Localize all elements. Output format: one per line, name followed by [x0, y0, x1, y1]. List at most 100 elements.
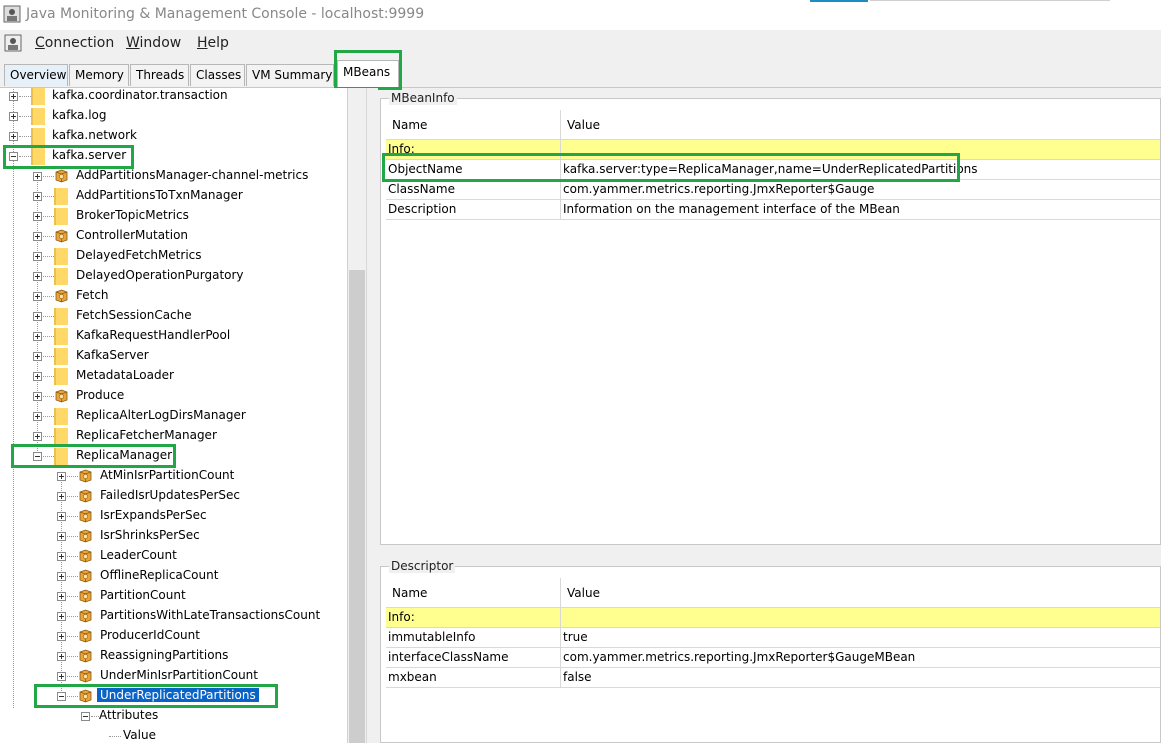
expand-toggle-icon[interactable] — [33, 392, 42, 401]
collapse-toggle-icon[interactable] — [33, 452, 42, 461]
expand-toggle-icon[interactable] — [57, 592, 66, 601]
descriptor-row[interactable]: Info: — [386, 608, 1160, 628]
expand-toggle-icon[interactable] — [57, 472, 66, 481]
tree-node-label: MetadataLoader — [76, 368, 174, 382]
expand-toggle-icon[interactable] — [57, 512, 66, 521]
menu-connection[interactable]: Connection — [35, 35, 114, 51]
tree-node-produce[interactable]: Produce — [0, 386, 347, 406]
expand-toggle-icon[interactable] — [57, 572, 66, 581]
tree-node-produceridcount[interactable]: ProducerIdCount — [0, 626, 347, 646]
expand-toggle-icon[interactable] — [33, 272, 42, 281]
tree-node-kafka-log[interactable]: kafka.log — [0, 106, 347, 126]
tree-node-underreplicatedpartitions[interactable]: UnderReplicatedPartitions — [0, 686, 347, 706]
tree-node-addpartitionstotxnmanager[interactable]: AddPartitionsToTxnManager — [0, 186, 347, 206]
tree-node-underminisrpartitioncount[interactable]: UnderMinIsrPartitionCount — [0, 666, 347, 686]
expand-toggle-icon[interactable] — [33, 412, 42, 421]
tab-memory[interactable]: Memory — [69, 64, 129, 86]
tab-mbeans[interactable]: MBeans — [337, 60, 399, 88]
mbeaninfo-row[interactable]: ObjectName kafka.server:type=ReplicaManag… — [386, 160, 1160, 180]
tree-node-delayedfetchmetrics[interactable]: DelayedFetchMetrics — [0, 246, 347, 266]
mbeaninfo-row[interactable]: ClassName com.yammer.metrics.reporting.Jm… — [386, 180, 1160, 200]
tab-vm-summary[interactable]: VM Summary — [246, 64, 334, 86]
tree-node-replicaalterlogdirsmanager[interactable]: ReplicaAlterLogDirsManager — [0, 406, 347, 426]
collapse-toggle-icon[interactable] — [81, 712, 90, 721]
tree-node-leadercount[interactable]: LeaderCount — [0, 546, 347, 566]
expand-toggle-icon[interactable] — [33, 372, 42, 381]
descriptor-row[interactable]: mxbean false — [386, 668, 1160, 688]
expand-toggle-icon[interactable] — [33, 432, 42, 441]
expand-toggle-icon[interactable] — [33, 232, 42, 241]
expand-toggle-icon[interactable] — [33, 172, 42, 181]
menu-help[interactable]: Help — [197, 35, 229, 51]
menu-window[interactable]: Window — [126, 35, 181, 51]
tree-node-isrexpandspersec[interactable]: IsrExpandsPerSec — [0, 506, 347, 526]
expand-toggle-icon[interactable] — [33, 252, 42, 261]
expand-toggle-icon[interactable] — [9, 112, 18, 121]
column-header-name[interactable]: Name — [386, 110, 561, 140]
descriptor-row[interactable]: interfaceClassName com.yammer.metrics.rep… — [386, 648, 1160, 668]
panel-separator[interactable] — [380, 545, 1161, 559]
collapse-toggle-icon[interactable] — [57, 692, 66, 701]
tree-node-metadataloader[interactable]: MetadataLoader — [0, 366, 347, 386]
expand-toggle-icon[interactable] — [33, 312, 42, 321]
tree-node-value[interactable]: Value — [0, 726, 347, 743]
tree-node-attributes[interactable]: Attributes — [0, 706, 347, 726]
expand-toggle-icon[interactable] — [33, 352, 42, 361]
descriptor-row[interactable]: immutableInfo true — [386, 628, 1160, 648]
tab-classes[interactable]: Classes — [190, 64, 245, 86]
folder-icon — [54, 368, 68, 385]
mbean-tree[interactable]: kafka.coordinator.transaction kafka.log ka… — [0, 88, 348, 743]
tree-node-reassigningpartitions[interactable]: ReassigningPartitions — [0, 646, 347, 666]
tree-node-partitionswithlatetransactionscount[interactable]: PartitionsWithLateTransactionsCount — [0, 606, 347, 626]
window-menu-icon[interactable] — [3, 33, 23, 53]
folder-icon — [54, 328, 68, 345]
tree-connector — [67, 696, 78, 697]
collapse-toggle-icon[interactable] — [9, 152, 18, 161]
expand-toggle-icon[interactable] — [33, 332, 42, 341]
mbean-icon — [78, 669, 93, 683]
tree-node-partitioncount[interactable]: PartitionCount — [0, 586, 347, 606]
tree-node-brokertopicmetrics[interactable]: BrokerTopicMetrics — [0, 206, 347, 226]
tree-node-delayedoperationpurgatory[interactable]: DelayedOperationPurgatory — [0, 266, 347, 286]
expand-toggle-icon[interactable] — [57, 492, 66, 501]
tab-overview[interactable]: Overview — [4, 64, 68, 86]
expand-toggle-icon[interactable] — [57, 672, 66, 681]
expand-toggle-icon[interactable] — [57, 532, 66, 541]
tree-node-controllermutation[interactable]: ControllerMutation — [0, 226, 347, 246]
tree-node-label: AddPartitionsManager-channel-metrics — [76, 168, 309, 182]
mbeaninfo-row[interactable]: Info: — [386, 140, 1160, 160]
column-header-value[interactable]: Value — [561, 578, 1160, 608]
tree-node-fetch[interactable]: Fetch — [0, 286, 347, 306]
expand-toggle-icon[interactable] — [57, 632, 66, 641]
expand-toggle-icon[interactable] — [57, 552, 66, 561]
tree-node-failedisrupdatespersec[interactable]: FailedIsrUpdatesPerSec — [0, 486, 347, 506]
tree-scrollbar-thumb[interactable] — [349, 270, 365, 743]
column-header-name[interactable]: Name — [386, 578, 561, 608]
expand-toggle-icon[interactable] — [9, 132, 18, 141]
expand-toggle-icon[interactable] — [33, 212, 42, 221]
tree-node-replicafetchermanager[interactable]: ReplicaFetcherManager — [0, 426, 347, 446]
tree-node-replicamanager[interactable]: ReplicaManager — [0, 446, 347, 466]
expand-toggle-icon[interactable] — [33, 192, 42, 201]
expand-toggle-icon[interactable] — [33, 292, 42, 301]
expand-toggle-icon[interactable] — [9, 92, 18, 101]
tab-threads[interactable]: Threads — [130, 64, 189, 86]
tree-node-kafkaserver[interactable]: KafkaServer — [0, 346, 347, 366]
tree-scrollbar[interactable] — [348, 88, 366, 743]
tree-node-atminisrpartitioncount[interactable]: AtMinIsrPartitionCount — [0, 466, 347, 486]
property-value: Information on the management interface … — [563, 202, 900, 216]
tree-node-kafka-coordinator-transaction[interactable]: kafka.coordinator.transaction — [0, 88, 347, 106]
tree-node-fetchsessioncache[interactable]: FetchSessionCache — [0, 306, 347, 326]
tree-node-label: ReplicaFetcherManager — [76, 428, 217, 442]
tree-node-kafka-server[interactable]: kafka.server — [0, 146, 347, 166]
tree-node-isrshrinkspersec[interactable]: IsrShrinksPerSec — [0, 526, 347, 546]
split-pane-divider[interactable] — [366, 88, 378, 743]
mbeaninfo-row[interactable]: Description Information on the management… — [386, 200, 1160, 220]
expand-toggle-icon[interactable] — [57, 612, 66, 621]
tree-node-offlinereplicacount[interactable]: OfflineReplicaCount — [0, 566, 347, 586]
tree-node-addpartitionsmanager-channel-metrics[interactable]: AddPartitionsManager-channel-metrics — [0, 166, 347, 186]
tree-node-kafkarequesthandlerpool[interactable]: KafkaRequestHandlerPool — [0, 326, 347, 346]
expand-toggle-icon[interactable] — [57, 652, 66, 661]
tree-node-kafka-network[interactable]: kafka.network — [0, 126, 347, 146]
column-header-value[interactable]: Value — [561, 110, 1160, 140]
